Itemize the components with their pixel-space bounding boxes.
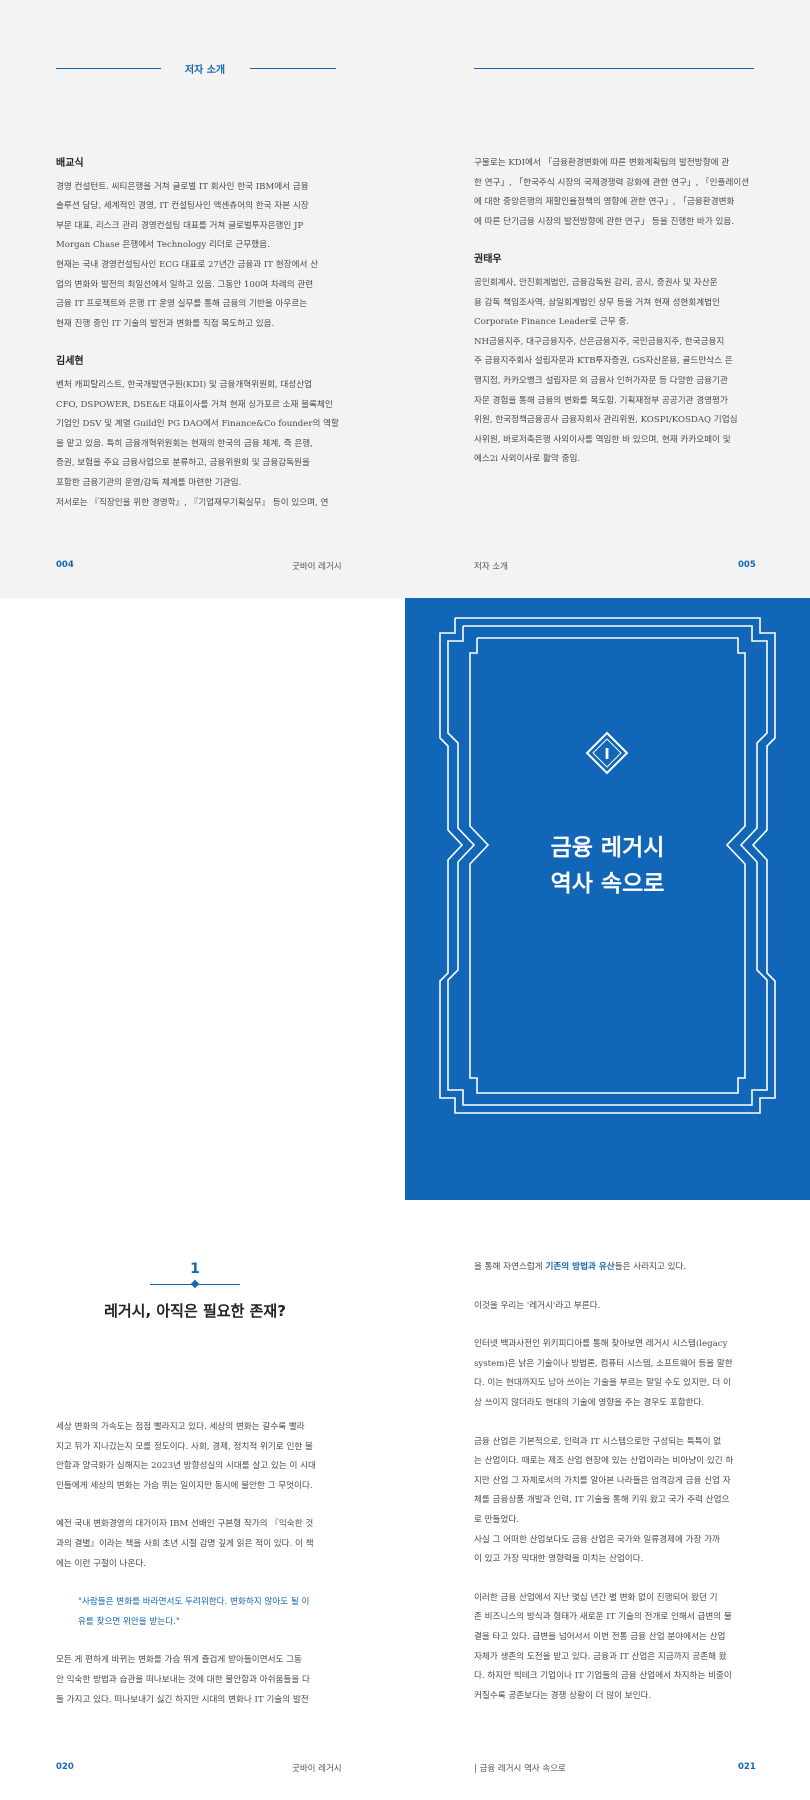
chapter-title: 금융 레거시 역사 속으로 (405, 830, 810, 902)
text-line: 공인회계사, 안진회계법인, 금융감독원 감리, 공시, 증권사 및 자산운 (474, 277, 718, 288)
text-line: NH금융지주, 대구금융지주, 산은금융지주, 국민금융지주, 한국금융지 (474, 336, 725, 347)
section-rule-diamond (190, 1279, 200, 1289)
author-name: 배교식 (56, 158, 84, 169)
running-title-right: 저자 소개 (474, 562, 508, 572)
section-title: 레거시, 아직은 필요한 존재? (104, 1302, 286, 1320)
page-number-right: 005 (738, 560, 756, 570)
chapter-title-line: 금융 레거시 (550, 835, 665, 861)
right-column: 구물로는 KDI에서 「금융환경변화에 따른 변화계획팀의 발전방향에 관 한 … (474, 154, 766, 488)
text-line: 자체가 생존의 도전을 받고 있다. 금융과 IT 산업은 지금까지 공존해 왔 (474, 1651, 727, 1662)
text-line: 주 금융지주회사 설립자문과 KTB투자증권, GS자산운용, 골드만삭스 은 (474, 356, 733, 367)
text-line: 다. 하지만 빅테크 기업이나 IT 기업들의 금융 산업에서 차지하는 비중이 (474, 1671, 732, 1682)
text-line: 기업인 DSV 및 계열 Guild인 PG DAO에서 Finance&Co … (56, 419, 339, 430)
quote-line: "사람들은 변화를 바라면서도 두려워한다. 변화하지 않아도 될 이 (78, 1597, 310, 1608)
header-rule-right (474, 68, 754, 69)
text-span: 들은 사라지고 있다. (614, 1262, 687, 1272)
header-rule-left (56, 68, 161, 69)
author-block: 권태우 공인회계사, 안진회계법인, 금융감독원 감리, 공시, 증권사 및 자… (474, 250, 766, 470)
text-line: 포함한 금융기관의 운영/감독 체계를 마련한 기관임. (56, 477, 242, 488)
text-line: 이것을 우리는 '레거시'라고 부른다. (474, 1300, 601, 1311)
text-line: 자문 경험을 통해 금융의 변화를 목도함. 기획재정부 공공기관 경영평가 (474, 395, 728, 406)
chapter-numeral: I (604, 745, 610, 763)
text-line: 예전 국내 변화경영의 대가이자 IBM 선배인 구본형 작가의 『익숙한 것 (56, 1519, 314, 1530)
page-number-right: 021 (738, 1762, 756, 1772)
text-line: 에 따른 단기금융 시장의 발전방향에 관한 연구」 등을 진행한 바가 있음. (474, 216, 735, 227)
text-line: 솔루션 담당, 세계적인 경영, IT 컨설팅사인 액센츄어의 한국 자본 시장 (56, 201, 309, 212)
right-body: 을 통해 자연스럽게 기존의 방법과 유산들은 사라지고 있다. 이것을 우리는… (474, 1258, 768, 1706)
text-line: 지만 산업 그 자체로서의 가치를 알아본 나라들은 엄격감게 금융 신업 자 (474, 1475, 731, 1486)
text-line: 에스2i 사외이사로 활약 중임. (474, 454, 581, 465)
text-line: 인들에게 세상의 변화는 가슴 뛰는 일이지만 동시에 불안한 그 무엇이다. (56, 1480, 313, 1491)
text-line: 결을 타고 있다. 급변을 넘어서서 이번 전통 금융 산업 분야에서는 산업 (474, 1631, 726, 1642)
author-block: 김세현 벤처 캐피탈리스트, 한국개발연구원(KDI) 및 금융개혁위원회, 대… (56, 352, 348, 513)
text-line: 안함과 양극화가 심해지는 2023년 방향성실의 시대를 살고 있는 이 시대 (56, 1461, 316, 1472)
text-line: 위원, 한국정책금융공사 금융자회사 관리위원, KOSPI/KOSDAQ 기업… (474, 415, 738, 426)
text-line: 을 맡고 있음. 특히 금융개혁위원회는 현재의 한국의 금융 체계, 즉 은행… (56, 438, 313, 449)
text-line: 들 가지고 있다. 떠나보내기 싫긴 하지만 시대의 변화나 IT 기술의 발전 (56, 1694, 309, 1705)
text-line: 경영 컨설턴트. 씨티은행을 거쳐 글로벌 IT 회사인 한국 IBM에서 금융 (56, 181, 309, 192)
text-line: 로 만들었다. (474, 1514, 519, 1525)
text-line: 을 통해 자연스럽게 기존의 방법과 유산들은 사라지고 있다. (474, 1258, 768, 1278)
running-title-left: 굿바이 레거시 (292, 1764, 342, 1774)
text-line: 행지점, 카카오뱅크 설립자문 외 금융사 인허가자문 등 다양한 금융기관 (474, 375, 728, 386)
text-line: 이 있고 가장 막대한 영향력을 미치는 산업이다. (474, 1554, 644, 1565)
quote-line: 유를 찾으면 위안을 받는다." (78, 1616, 180, 1627)
text-line: 용 감독 책임조사역, 삼일회계법인 상무 등을 거쳐 현재 성현회계법인 (474, 297, 720, 308)
text-line: 다. 이는 현대까지도 남아 쓰이는 기술을 부르는 말일 수도 있지만, 더 … (474, 1378, 731, 1389)
text-line: 사위원, 바로저축은행 사외이사를 역임한 바 있으며, 현재 카카오페이 및 (474, 434, 731, 445)
text-line: 에는 이런 구절이 나온다. (56, 1558, 146, 1569)
text-line: Corporate Finance Leader로 근무 중. (474, 317, 630, 328)
header-title: 저자 소개 (184, 65, 226, 76)
text-line: 안 익숙한 방법과 습관을 떠나보내는 것에 대한 불안함과 아쉬움들을 다 (56, 1674, 310, 1685)
author-intro-spread: 저자 소개 배교식 경영 컨설턴트. 씨티은행을 거쳐 글로벌 IT 회사인 한… (0, 0, 810, 598)
continued-text: 구물로는 KDI에서 「금융환경변화에 따른 변화계획팀의 발전방향에 관 한 … (474, 154, 766, 232)
text-line: 금융 산업은 기본적으로, 인력과 IT 시스템으로만 구성되는 특특이 없 (474, 1436, 722, 1447)
chapter-title-line: 역사 속으로 (550, 871, 665, 897)
highlight-text: 기존의 방법과 유산 (545, 1262, 615, 1272)
text-line: 벤처 캐피탈리스트, 한국개발연구원(KDI) 및 금융개혁위원회, 대성산업 (56, 379, 313, 390)
text-line: 모든 게 편하게 바뀌는 변화를 가슴 뛰게 즐겁게 받아들이면서도 그동 (56, 1655, 302, 1666)
text-line: 이러한 금융 산업에서 지난 몇십 년간 별 변화 없이 진행되어 왔던 기 (474, 1592, 718, 1603)
text-line: 현재는 국내 경영컨설팅사인 ECG 대표로 27년간 금융과 IT 현장에서 … (56, 259, 319, 270)
left-body: 세상 변화의 가속도는 점점 빨라지고 있다. 세상의 변화는 갈수록 빨라 지… (56, 1418, 350, 1710)
author-name: 권태우 (474, 254, 502, 266)
author-name: 김세현 (56, 356, 84, 368)
text-line: system)은 낡은 기술이나 방법론, 컴퓨터 시스템, 소프트웨어 등을 … (474, 1358, 733, 1369)
text-line: 금융 IT 프로젝트와 은행 IT 운영 실무를 통해 금융의 기반을 아우르는 (56, 299, 308, 310)
text-line: 과의 결별』이라는 책을 사회 초년 시절 감명 깊게 읽은 적이 있다. 이 … (56, 1538, 314, 1549)
text-line: 커질수록 공존보다는 경쟁 상황이 더 많이 보인다. (474, 1690, 652, 1701)
left-column: 배교식 경영 컨설턴트. 씨티은행을 거쳐 글로벌 IT 회사인 한국 IBM에… (56, 154, 348, 531)
text-line: 현재 진행 중인 IT 기술의 발전과 변화를 직접 목도하고 있음. (56, 318, 275, 329)
text-line: 한 연구」, 「한국주식 시장의 국제경쟁력 강화에 관한 연구」, 「인플레이… (474, 177, 750, 188)
text-span: 을 통해 자연스럽게 (474, 1262, 546, 1272)
text-line: 저서로는 『직장인을 위한 경영학』, 『기업재무기획실무』 등이 있으며, 연 (56, 497, 329, 508)
text-line: CFO, DSPOWER, DSE&E 대표이사를 거쳐 현재 싱가포르 소재 … (56, 399, 333, 410)
text-line: 지고 뒤가 지나갔는지 모를 정도이다. 사회, 경제, 정치적 위기로 인한 … (56, 1441, 313, 1452)
text-line: 체를 금융상품 개발과 인력, IT 기술을 통해 키워 왔고 국가 주력 산업… (474, 1495, 730, 1506)
text-line: 증권, 보험을 주요 금융사업으로 분류하고, 금융위원회 및 금융감독원을 (56, 458, 310, 469)
text-line: 업의 변화와 발전의 최일선에서 일하고 있음. 그동안 100여 차례의 관련 (56, 279, 314, 290)
text-line: 인터넷 백과사전인 위키피디아를 통해 찾아보면 레거시 시스템(legacy (474, 1339, 728, 1350)
author-block: 배교식 경영 컨설턴트. 씨티은행을 거쳐 글로벌 IT 회사인 한국 IBM에… (56, 154, 348, 334)
text-line: 사실 그 어떠한 산업보다도 금융 산업은 국가와 일류경제에 가장 가까 (474, 1534, 720, 1545)
running-title-left: 굿바이 레거시 (292, 562, 342, 572)
header-rule-left-end (250, 68, 336, 69)
section-number: 1 (190, 1261, 200, 1277)
page-number-left: 004 (56, 560, 74, 570)
running-title-right: | 금융 레거시 역사 속으로 (474, 1764, 566, 1774)
text-line: 세상 변화의 가속도는 점점 빨라지고 있다. 세상의 변화는 갈수록 빨라 (56, 1422, 305, 1432)
text-line: 는 산업이다. 때로는 제조 산업 현장에 있는 산업이라는 비아냥이 있긴 하 (474, 1456, 734, 1467)
text-line: 존 비즈니스의 방식과 형태가 새로운 IT 기술의 전개로 인해서 급변의 물 (474, 1612, 732, 1623)
chapter-opener-page: I 금융 레거시 역사 속으로 (405, 598, 810, 1200)
text-line: 에 대한 중앙은행의 재할인율정책의 영향에 관한 연구」, 「금융환경변화 (474, 197, 735, 208)
text-line: 구물로는 KDI에서 「금융환경변화에 따른 변화계획팀의 발전방향에 관 (474, 158, 730, 168)
text-line: 부문 대표, 리스크 관리 경영컨설팅 대표를 거쳐 글로벌투자은행인 JP (56, 220, 304, 231)
page-number-left: 020 (56, 1762, 74, 1772)
text-line: 상 쓰이지 않더라도 현대의 기술에 영향을 주는 경우도 포함한다. (474, 1397, 705, 1408)
text-line: Morgan Chase 은행에서 Technology 리더로 근무했음. (56, 240, 270, 251)
